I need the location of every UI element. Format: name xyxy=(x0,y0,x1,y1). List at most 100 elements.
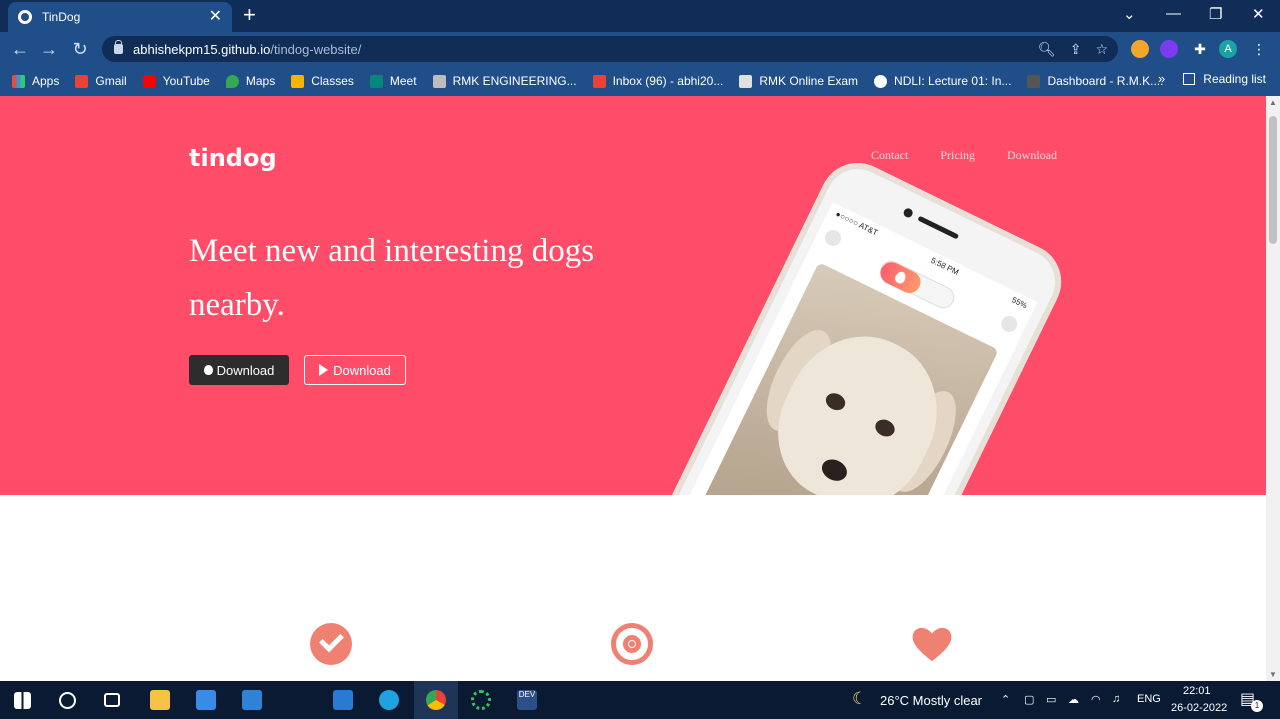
menu-kebab-icon[interactable]: ⋮ xyxy=(1250,40,1268,58)
profile-avatar[interactable]: A xyxy=(1219,40,1237,58)
rmk-logo-icon xyxy=(432,74,446,88)
bookmark-youtube[interactable]: YouTube xyxy=(142,74,210,88)
lock-icon[interactable] xyxy=(114,40,123,54)
bookmark-inbox[interactable]: Inbox (96) - abhi20... xyxy=(592,74,723,88)
google-play-download-button[interactable]: Download xyxy=(304,355,406,385)
close-icon[interactable]: ✕ xyxy=(209,9,222,25)
extension-icon[interactable] xyxy=(1131,40,1149,58)
dev-app-icon[interactable]: DEV xyxy=(517,690,537,710)
classroom-icon xyxy=(291,74,305,88)
bookmarks-bar: Apps Gmail YouTube Maps Classes Meet RMK… xyxy=(0,66,1280,96)
bookmark-label: Classes xyxy=(311,74,354,88)
cortana-search-icon[interactable] xyxy=(59,692,76,709)
gmail-icon xyxy=(75,74,89,88)
globe-icon xyxy=(18,10,32,24)
tray-chevron-icon[interactable]: ⌃ xyxy=(1001,693,1010,706)
share-icon[interactable]: ⇪ xyxy=(1070,41,1082,58)
bookmark-label: Maps xyxy=(245,74,276,88)
more-bookmarks-button[interactable]: » xyxy=(1158,71,1165,86)
target-icon xyxy=(611,623,653,665)
meet-icon xyxy=(369,74,383,88)
apple-download-label: Download xyxy=(216,362,275,378)
extensions-puzzle-icon[interactable]: ✚ xyxy=(1191,40,1209,58)
microsoft-store-icon[interactable] xyxy=(196,690,216,710)
tab-title: TinDog xyxy=(42,10,81,24)
moon-weather-icon: ☾ xyxy=(852,689,868,708)
back-icon[interactable]: ← xyxy=(9,38,31,60)
reading-list-label: Reading list xyxy=(1203,72,1266,86)
bookmark-star-icon[interactable]: ☆ xyxy=(1095,41,1108,58)
edx-icon xyxy=(1027,74,1041,88)
scroll-up-arrow-icon[interactable]: ▲ xyxy=(1269,98,1277,107)
wifi-icon[interactable]: ◠ xyxy=(1091,693,1101,706)
new-tab-button[interactable]: + xyxy=(243,4,256,26)
address-bar[interactable]: abhishekpm15.github.io/tindog-website/ 🔍… xyxy=(102,36,1118,62)
meet-now-icon[interactable]: ▢ xyxy=(1024,693,1034,706)
zoom-icon[interactable]: 🔍︎ xyxy=(1038,41,1056,58)
bookmark-apps[interactable]: Apps xyxy=(12,74,59,88)
nav-contact[interactable]: Contact xyxy=(871,148,908,163)
maps-pin-icon xyxy=(225,74,239,88)
page-scrollbar[interactable]: ▲ ▼ xyxy=(1266,96,1280,681)
bookmark-maps[interactable]: Maps xyxy=(225,74,276,88)
bookmark-dashboard[interactable]: Dashboard - R.M.K.... xyxy=(1027,74,1163,88)
minimize-icon[interactable]: — xyxy=(1166,5,1181,22)
bookmark-label: NDLI: Lecture 01: In... xyxy=(894,74,1012,88)
weather-text[interactable]: 26°C Mostly clear xyxy=(880,693,982,708)
features-section xyxy=(0,495,1266,681)
extension-icon[interactable] xyxy=(1160,40,1178,58)
browser-chrome: TinDog ✕ + ⌄ — ❐ ✕ ← → ↻ abhishekpm15.gi… xyxy=(0,0,1280,96)
apple-icon xyxy=(203,365,213,375)
reading-list-icon xyxy=(1183,73,1196,85)
play-download-label: Download xyxy=(333,362,391,378)
bookmark-gmail[interactable]: Gmail xyxy=(75,74,127,88)
apple-download-button[interactable]: Download xyxy=(189,355,289,385)
reading-list-button[interactable]: Reading list xyxy=(1183,72,1266,86)
bookmark-rmk-engineering[interactable]: RMK ENGINEERING... xyxy=(432,74,577,88)
profile-icon xyxy=(822,227,844,249)
youtube-icon xyxy=(142,74,156,88)
file-explorer-icon[interactable] xyxy=(150,690,170,710)
edge-icon[interactable] xyxy=(379,690,399,710)
volume-icon[interactable]: ♫ xyxy=(1112,693,1120,705)
language-indicator[interactable]: ENG xyxy=(1137,693,1161,705)
bookmark-meet[interactable]: Meet xyxy=(369,74,417,88)
scroll-down-arrow-icon[interactable]: ▼ xyxy=(1269,670,1277,679)
heart-icon xyxy=(912,627,952,662)
url-host: abhishekpm15.github.io xyxy=(133,41,271,57)
reload-icon[interactable]: ↻ xyxy=(69,38,91,60)
forward-icon[interactable]: → xyxy=(38,38,60,60)
tab-search-icon[interactable]: ⌄ xyxy=(1123,5,1136,23)
bookmark-rmk-online-exam[interactable]: RMK Online Exam xyxy=(739,74,858,88)
bookmark-label: RMK ENGINEERING... xyxy=(452,74,577,88)
site-nav: Contact Pricing Download xyxy=(871,148,1057,163)
globe-icon xyxy=(874,74,888,88)
clock-date[interactable]: 26-02-2022 xyxy=(1171,702,1227,714)
clock-time[interactable]: 22:01 xyxy=(1183,685,1211,697)
bookmark-ndli[interactable]: NDLI: Lecture 01: In... xyxy=(874,74,1011,88)
brand-logo[interactable]: tindog xyxy=(189,144,277,172)
onedrive-cloud-icon[interactable]: ☁ xyxy=(1068,693,1079,706)
bookmark-classes[interactable]: Classes xyxy=(291,74,354,88)
loading-app-icon[interactable] xyxy=(471,690,491,710)
restore-icon[interactable]: ❐ xyxy=(1209,5,1222,23)
tab-tindog[interactable]: TinDog ✕ xyxy=(8,2,232,32)
nav-download[interactable]: Download xyxy=(1007,148,1057,163)
mail-icon[interactable] xyxy=(242,690,262,710)
phone-mockup: ●○○○○ AT&T 5:58 PM 55% xyxy=(647,150,1074,495)
scrollbar-thumb[interactable] xyxy=(1269,116,1277,244)
task-view-icon[interactable] xyxy=(104,693,120,707)
vscode-icon[interactable] xyxy=(333,690,353,710)
chat-icon xyxy=(998,313,1020,335)
windows-start-icon[interactable] xyxy=(14,692,31,709)
window-close-icon[interactable]: ✕ xyxy=(1252,5,1265,23)
google-play-icon xyxy=(319,364,329,376)
hero-section: tindog Contact Pricing Download Meet new… xyxy=(0,96,1266,495)
notification-badge: 1 xyxy=(1251,700,1263,712)
bookmark-label: Meet xyxy=(389,74,417,88)
bookmark-label: Dashboard - R.M.K.... xyxy=(1047,74,1164,88)
battery-icon[interactable]: ▭ xyxy=(1046,693,1056,706)
check-circle-icon xyxy=(310,623,352,665)
nav-pricing[interactable]: Pricing xyxy=(940,148,975,163)
chrome-icon[interactable] xyxy=(426,690,446,710)
